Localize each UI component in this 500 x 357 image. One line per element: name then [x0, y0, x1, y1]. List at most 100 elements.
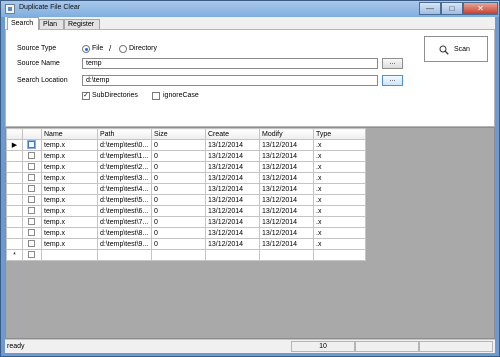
modify-column-header[interactable]: Modify [259, 128, 314, 140]
name-cell[interactable]: temp.x [41, 227, 98, 239]
size-cell[interactable]: 0 [151, 172, 206, 184]
directory-radio[interactable] [119, 45, 127, 53]
row-checkbox[interactable] [28, 251, 35, 258]
row-checkbox-cell[interactable] [22, 205, 42, 217]
close-button[interactable]: ✕ [463, 2, 498, 15]
tab-plan[interactable]: Plan [39, 19, 64, 29]
size-cell[interactable]: 0 [151, 150, 206, 162]
size-column-header[interactable]: Size [151, 128, 206, 140]
row-checkbox[interactable] [28, 229, 35, 236]
modify-cell[interactable]: 13/12/2014 [259, 150, 314, 162]
modify-cell[interactable]: 13/12/2014 [259, 205, 314, 217]
file-radio-label[interactable]: File [92, 45, 103, 52]
name-cell[interactable]: temp.x [41, 183, 98, 195]
row-selector[interactable] [6, 161, 23, 173]
ignorecase-label[interactable]: ignoreCase [163, 92, 199, 99]
table-row[interactable]: temp.x d:\temp\test\9... 0 13/12/2014 13… [6, 238, 366, 250]
create-cell[interactable]: 13/12/2014 [205, 216, 260, 228]
create-cell[interactable]: 13/12/2014 [205, 205, 260, 217]
table-row[interactable]: temp.x d:\temp\test\1... 0 13/12/2014 13… [6, 150, 366, 162]
path-cell[interactable]: d:\temp\test\4... [97, 183, 152, 195]
file-radio[interactable] [82, 45, 90, 53]
table-row[interactable]: temp.x d:\temp\test\4... 0 13/12/2014 13… [6, 183, 366, 195]
name-cell[interactable] [41, 249, 98, 261]
size-cell[interactable]: 0 [151, 183, 206, 195]
new-row[interactable]: * [6, 249, 366, 261]
row-selector[interactable] [6, 150, 23, 162]
source-name-browse-button[interactable]: ... [382, 58, 403, 69]
subdirectories-checkbox[interactable] [82, 91, 90, 100]
size-cell[interactable] [151, 249, 206, 261]
path-cell[interactable]: d:\temp\test\9... [97, 238, 152, 250]
type-cell[interactable]: .x [313, 161, 366, 173]
type-cell[interactable]: .x [313, 227, 366, 239]
directory-radio-label[interactable]: Directory [129, 45, 157, 52]
check-column-header[interactable] [22, 128, 42, 140]
table-row[interactable]: temp.x d:\temp\test\2... 0 13/12/2014 13… [6, 161, 366, 173]
results-table[interactable]: Name Path Size Create Modify Type ▶ temp… [6, 128, 366, 261]
create-cell[interactable]: 13/12/2014 [205, 161, 260, 173]
size-cell[interactable]: 0 [151, 139, 206, 151]
create-cell[interactable] [205, 249, 260, 261]
row-checkbox-cell[interactable] [22, 249, 42, 261]
row-checkbox[interactable] [28, 152, 35, 159]
name-cell[interactable]: temp.x [41, 205, 98, 217]
row-selector[interactable] [6, 216, 23, 228]
modify-cell[interactable]: 13/12/2014 [259, 172, 314, 184]
scan-button[interactable]: Scan [424, 36, 488, 62]
name-cell[interactable]: temp.x [41, 161, 98, 173]
row-checkbox-cell[interactable] [22, 172, 42, 184]
row-checkbox-cell[interactable] [22, 194, 42, 206]
maximize-button[interactable]: □ [441, 2, 463, 15]
row-checkbox[interactable] [28, 196, 35, 203]
modify-cell[interactable]: 13/12/2014 [259, 238, 314, 250]
table-row[interactable]: temp.x d:\temp\test\6... 0 13/12/2014 13… [6, 205, 366, 217]
modify-cell[interactable]: 13/12/2014 [259, 161, 314, 173]
row-checkbox[interactable] [28, 240, 35, 247]
row-selector[interactable] [6, 227, 23, 239]
path-cell[interactable]: d:\temp\test\3... [97, 172, 152, 184]
create-cell[interactable]: 13/12/2014 [205, 194, 260, 206]
minimize-button[interactable]: — [419, 2, 441, 15]
row-selector[interactable] [6, 238, 23, 250]
row-checkbox-cell[interactable] [22, 183, 42, 195]
size-cell[interactable]: 0 [151, 238, 206, 250]
name-cell[interactable]: temp.x [41, 238, 98, 250]
path-cell[interactable]: d:\temp\test\8... [97, 227, 152, 239]
path-cell[interactable]: d:\temp\test\6... [97, 205, 152, 217]
type-cell[interactable] [313, 249, 366, 261]
type-cell[interactable]: .x [313, 139, 366, 151]
name-column-header[interactable]: Name [41, 128, 98, 140]
name-cell[interactable]: temp.x [41, 194, 98, 206]
create-column-header[interactable]: Create [205, 128, 260, 140]
size-cell[interactable]: 0 [151, 216, 206, 228]
subdirectories-label[interactable]: SubDirectories [92, 92, 138, 99]
modify-cell[interactable] [259, 249, 314, 261]
new-row-indicator[interactable]: * [6, 249, 23, 261]
type-cell[interactable]: .x [313, 238, 366, 250]
path-cell[interactable]: d:\temp\test\2... [97, 161, 152, 173]
ignorecase-checkbox[interactable] [152, 92, 160, 100]
table-row[interactable]: temp.x d:\temp\test\3... 0 13/12/2014 13… [6, 172, 366, 184]
row-checkbox[interactable] [28, 174, 35, 181]
table-row[interactable]: temp.x d:\temp\test\5... 0 13/12/2014 13… [6, 194, 366, 206]
size-cell[interactable]: 0 [151, 205, 206, 217]
row-checkbox-cell[interactable] [22, 216, 42, 228]
create-cell[interactable]: 13/12/2014 [205, 238, 260, 250]
modify-cell[interactable]: 13/12/2014 [259, 183, 314, 195]
name-cell[interactable]: temp.x [41, 139, 98, 151]
path-cell[interactable] [97, 249, 152, 261]
row-checkbox-cell[interactable] [22, 238, 42, 250]
tab-search[interactable]: Search [7, 17, 39, 30]
name-cell[interactable]: temp.x [41, 150, 98, 162]
create-cell[interactable]: 13/12/2014 [205, 183, 260, 195]
row-selector[interactable] [6, 183, 23, 195]
table-row[interactable]: ▶ temp.x d:\temp\test\0... 0 13/12/2014 … [6, 139, 366, 151]
source-name-input[interactable]: temp [82, 58, 378, 69]
name-cell[interactable]: temp.x [41, 216, 98, 228]
row-checkbox-cell[interactable] [22, 139, 42, 151]
size-cell[interactable]: 0 [151, 227, 206, 239]
type-column-header[interactable]: Type [313, 128, 366, 140]
row-checkbox[interactable] [28, 218, 35, 225]
row-checkbox[interactable] [28, 141, 35, 148]
